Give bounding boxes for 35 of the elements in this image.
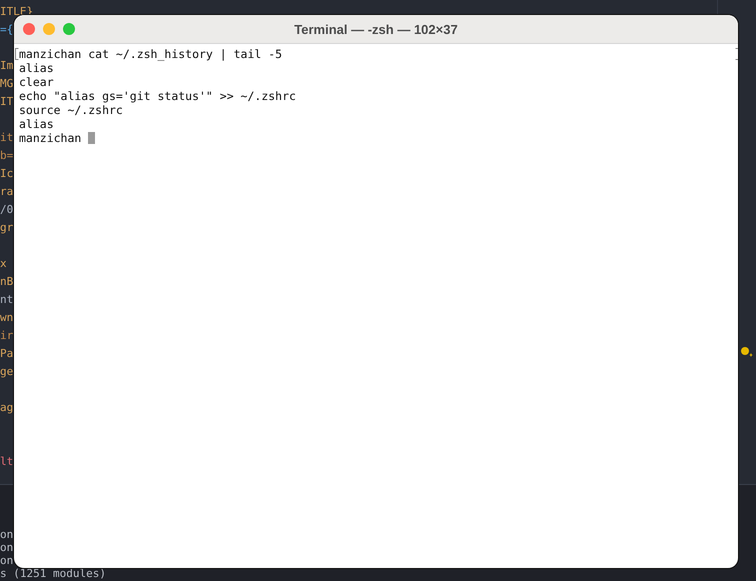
code-line: ra bbox=[0, 185, 14, 198]
output-line: on bbox=[0, 528, 14, 541]
code-line: gr bbox=[0, 221, 14, 234]
code-line: ge bbox=[0, 365, 14, 378]
terminal-line: manzichan cat ~/.zsh_history | tail -5 bbox=[19, 47, 282, 61]
mark-bracket-icon bbox=[735, 48, 738, 60]
code-line: nt bbox=[0, 293, 14, 306]
output-line: on bbox=[0, 554, 14, 567]
code-line: ag bbox=[0, 401, 14, 414]
code-line: lt bbox=[0, 455, 14, 468]
terminal-line: alias bbox=[19, 61, 54, 75]
output-line: s (1251 modules) bbox=[0, 567, 106, 580]
terminal-line: source ~/.zshrc bbox=[19, 103, 123, 117]
code-line: /0 bbox=[0, 203, 14, 216]
code-line: wn bbox=[0, 311, 14, 324]
minimize-button[interactable] bbox=[43, 23, 55, 35]
terminal-line: clear bbox=[19, 75, 54, 89]
terminal-line: echo "alias gs='git status'" >> ~/.zshrc bbox=[19, 89, 296, 103]
zoom-button[interactable] bbox=[63, 23, 75, 35]
code-line: Ic bbox=[0, 167, 14, 180]
code-line: Pa bbox=[0, 347, 14, 360]
output-line: on bbox=[0, 541, 14, 554]
code-line: IT bbox=[0, 95, 14, 108]
code-line: ir bbox=[0, 329, 14, 342]
terminal-line: alias bbox=[19, 117, 54, 131]
code-line: MG bbox=[0, 77, 14, 90]
code-line: Im bbox=[0, 59, 14, 72]
close-button[interactable] bbox=[23, 23, 35, 35]
terminal-line: manzichan bbox=[19, 131, 82, 145]
code-line: it bbox=[0, 131, 14, 144]
code-line: x bbox=[0, 257, 7, 270]
code-line: ={ bbox=[0, 23, 14, 36]
code-line: b= bbox=[0, 149, 14, 162]
window-title: Terminal — -zsh — 102×37 bbox=[294, 22, 458, 36]
code-line: nB bbox=[0, 275, 14, 288]
